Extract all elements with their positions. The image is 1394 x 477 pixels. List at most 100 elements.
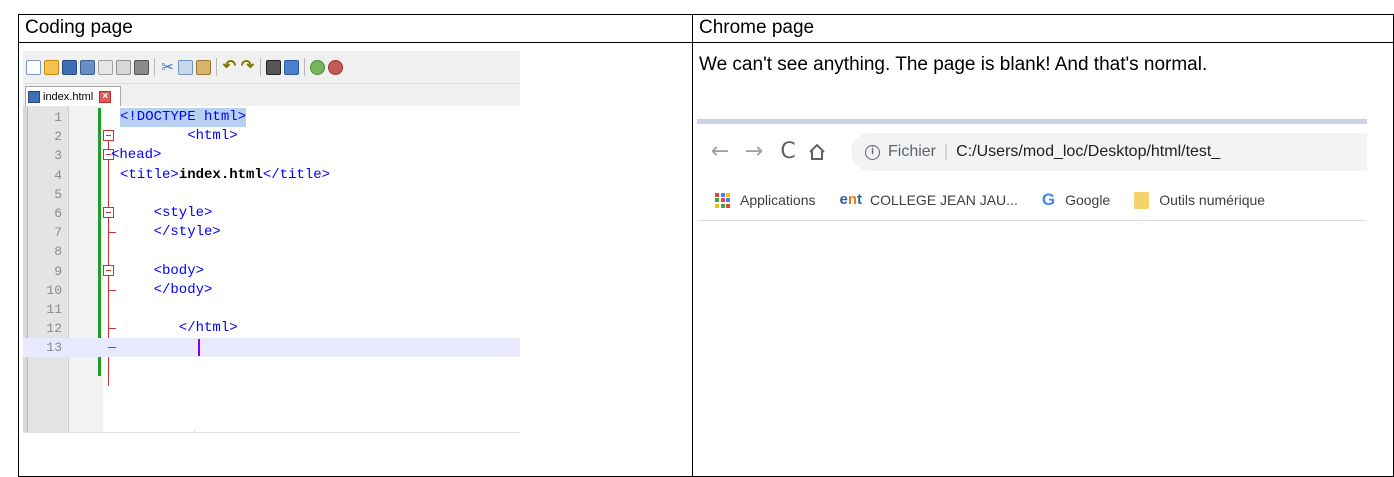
code-line: 8 xyxy=(23,242,520,261)
text-caret xyxy=(198,339,200,357)
document-table: Coding page Chrome page ✂ ↶ ↷ index.html… xyxy=(18,14,1394,477)
code-text: <html> xyxy=(120,128,238,145)
code-line: 10 </body> xyxy=(23,281,520,300)
fold-toggle-icon[interactable] xyxy=(103,206,114,218)
code-text: </style> xyxy=(120,224,221,241)
forward-arrow-icon[interactable]: → xyxy=(739,139,769,165)
code-text: </body> xyxy=(120,281,213,298)
fold-end-marker xyxy=(108,347,116,349)
code-line: 11 xyxy=(23,300,520,319)
save-icon[interactable] xyxy=(62,59,77,75)
open-file-icon[interactable] xyxy=(44,59,59,75)
line-number: 8 xyxy=(54,244,62,260)
editor-bottom-edge xyxy=(23,432,520,433)
header-coding-page: Coding page xyxy=(18,14,693,43)
fold-end-marker xyxy=(108,289,116,291)
undo-icon[interactable]: ↶ xyxy=(222,58,237,75)
close-icon[interactable] xyxy=(98,59,113,75)
code-text: <body> xyxy=(120,262,205,279)
code-line: 1 <!DOCTYPE html> xyxy=(23,108,520,127)
google-icon: G xyxy=(1041,190,1056,209)
replace-icon[interactable] xyxy=(284,59,299,75)
save-all-icon[interactable] xyxy=(80,59,95,75)
code-line: 2 <html> xyxy=(23,127,520,146)
toolbar-separator xyxy=(216,58,217,76)
address-url: C:/Users/mod_loc/Desktop/html/test_ xyxy=(956,143,1221,160)
code-text: <head> xyxy=(111,147,162,164)
fold-end-marker xyxy=(108,328,116,330)
title-open-tag: <title> xyxy=(120,166,179,183)
line-number: 7 xyxy=(54,225,62,241)
bookmark-label: Outils numérique xyxy=(1159,192,1266,208)
fold-toggle-icon[interactable] xyxy=(103,130,114,142)
cut-icon[interactable]: ✂ xyxy=(160,60,175,75)
ent-logo-icon: ent xyxy=(839,191,863,208)
home-icon[interactable] xyxy=(807,142,837,162)
code-text: <!DOCTYPE html> xyxy=(120,108,247,127)
coding-page-cell: ✂ ↶ ↷ index.html × 1 <!DOCTYPE html> 2 <… xyxy=(18,42,693,477)
line-number: 11 xyxy=(46,301,62,317)
line-number: 5 xyxy=(54,186,62,202)
line-number: 9 xyxy=(54,263,62,279)
new-file-icon[interactable] xyxy=(26,59,41,75)
code-line: 12 </html> xyxy=(23,319,520,338)
line-number: 1 xyxy=(54,110,62,125)
notepad-tab-bar: index.html × xyxy=(23,84,520,107)
browser-toolbar: ← → C i Fichier | C:/Users/mod_loc/Deskt… xyxy=(697,124,1367,180)
reload-icon[interactable]: C xyxy=(773,139,803,165)
zoom-out-icon[interactable] xyxy=(328,59,343,75)
bookmark-label: COLLEGE JEAN JAU... xyxy=(870,192,1018,208)
back-arrow-icon[interactable]: ← xyxy=(705,139,735,165)
chrome-page-cell: We can't see anything. The page is blank… xyxy=(692,42,1394,477)
bookmark-google[interactable]: G Google xyxy=(1042,187,1110,213)
apps-grid-icon xyxy=(715,192,730,208)
line-number: 2 xyxy=(54,129,62,145)
close-all-icon[interactable] xyxy=(116,59,131,75)
info-icon[interactable]: i xyxy=(865,144,880,160)
tab-index-html[interactable]: index.html × xyxy=(25,86,121,106)
bookmarks-bar: Applications ent COLLEGE JEAN JAU... G G… xyxy=(697,180,1367,221)
blank-page-caption: We can't see anything. The page is blank… xyxy=(699,54,1208,75)
zoom-in-icon[interactable] xyxy=(310,59,325,75)
code-text: <style> xyxy=(120,204,213,221)
code-text: <title>index.html</title> xyxy=(120,166,330,185)
print-icon[interactable] xyxy=(134,59,149,75)
close-icon[interactable]: × xyxy=(99,90,112,103)
line-number: 12 xyxy=(46,321,62,337)
line-number: 6 xyxy=(54,205,62,221)
line-number: 10 xyxy=(46,282,62,298)
code-line: 5 xyxy=(23,185,520,204)
address-separator: | xyxy=(944,143,949,160)
bookmark-applications[interactable]: Applications xyxy=(715,187,816,213)
bookmark-label: Applications xyxy=(740,192,816,208)
toolbar-separator xyxy=(304,58,305,76)
redo-icon[interactable]: ↷ xyxy=(240,58,255,75)
notepad-toolbar: ✂ ↶ ↷ xyxy=(23,51,520,84)
code-line: 9 <body> xyxy=(23,262,520,281)
fold-toggle-icon[interactable] xyxy=(103,264,114,276)
line-number: 4 xyxy=(54,167,62,183)
code-lines: 1 <!DOCTYPE html> 2 <html> 3 <head> 4 <t… xyxy=(23,108,520,358)
notepad-plus-plus-screenshot: ✂ ↶ ↷ index.html × 1 <!DOCTYPE html> 2 <… xyxy=(23,51,520,433)
code-line: 6 <style> xyxy=(23,204,520,223)
code-line: 4 <title>index.html</title> xyxy=(23,166,520,185)
find-icon[interactable] xyxy=(266,59,281,75)
code-line: 3 <head> xyxy=(23,146,520,165)
save-icon xyxy=(28,90,40,103)
title-close-tag: </title> xyxy=(262,166,331,183)
code-line: 7 </style> xyxy=(23,223,520,242)
line-number: 3 xyxy=(54,148,62,164)
line-number: 13 xyxy=(46,340,62,356)
chrome-browser-screenshot: ← → C i Fichier | C:/Users/mod_loc/Deskt… xyxy=(697,119,1367,261)
header-chrome-page: Chrome page xyxy=(692,14,1394,43)
paste-icon[interactable] xyxy=(196,59,211,75)
code-editor[interactable]: 1 <!DOCTYPE html> 2 <html> 3 <head> 4 <t… xyxy=(23,106,520,433)
copy-icon[interactable] xyxy=(178,59,193,75)
bookmark-outils[interactable]: Outils numérique xyxy=(1134,187,1265,213)
address-bar[interactable]: i Fichier | C:/Users/mod_loc/Desktop/htm… xyxy=(851,133,1367,171)
folder-icon xyxy=(1134,191,1150,209)
bookmark-label: Google xyxy=(1065,192,1111,208)
address-scheme: Fichier xyxy=(888,143,937,160)
toolbar-separator xyxy=(260,58,261,76)
bookmark-college[interactable]: ent COLLEGE JEAN JAU... xyxy=(840,187,1018,213)
